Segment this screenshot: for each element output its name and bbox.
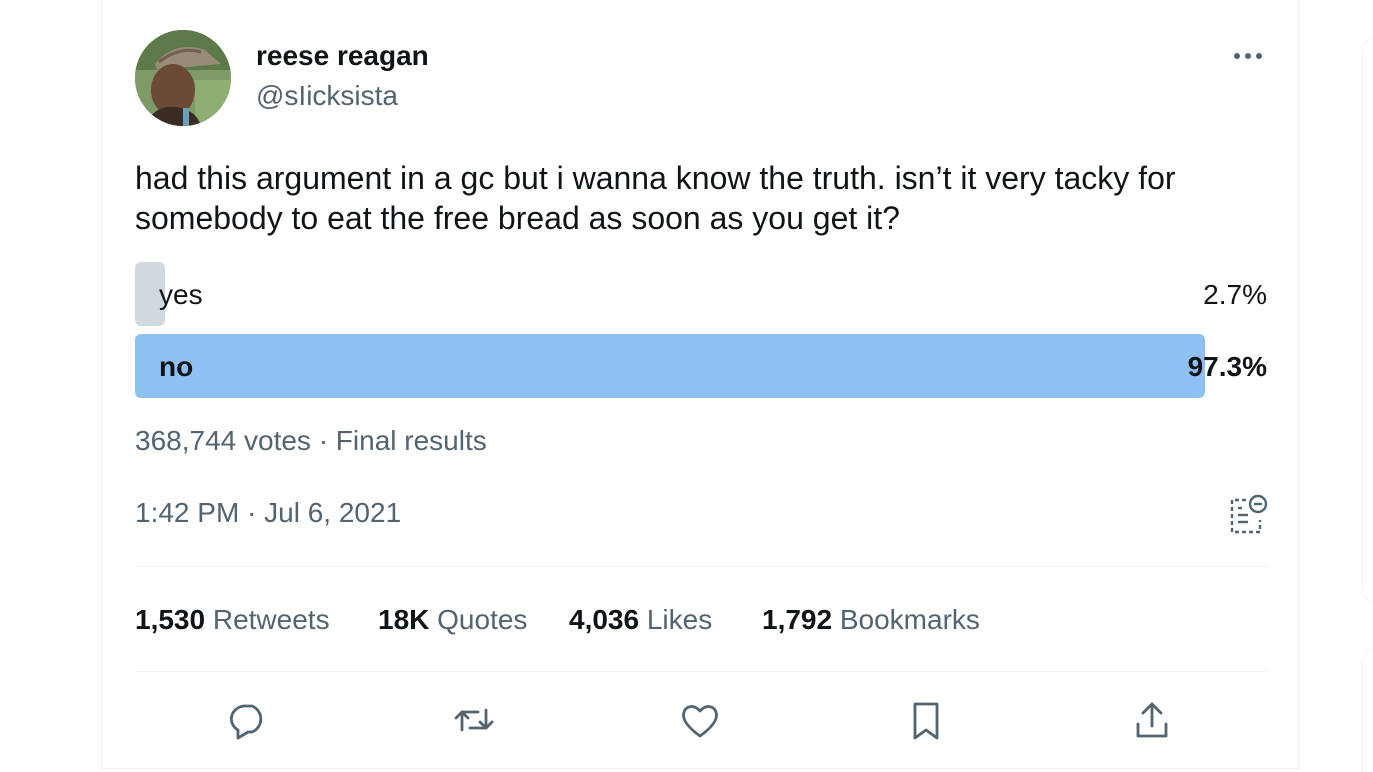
bookmarks-count: 1,792 [762,604,833,635]
likes-label: Likes [646,604,713,635]
retweets-stat[interactable]: 1,530 Retweets [135,604,330,636]
reply-icon[interactable] [226,698,270,742]
share-icon[interactable] [1130,698,1174,742]
divider [135,671,1267,672]
retweets-count: 1,530 [135,604,206,635]
poll-option-no[interactable]: no 97.3% [135,334,1267,398]
quotes-label: Quotes [437,604,528,635]
poll-bar [135,334,1205,398]
poll-option-label: no [159,351,194,382]
tweet-timestamp[interactable]: 1:42 PM · Jul 6, 2021 [135,497,401,529]
bookmarks-stat[interactable]: 1,792 Bookmarks [762,604,980,636]
poll-results-meta: 368,744 votes · Final results [135,425,487,456]
author-display-name[interactable]: reese reagan [256,40,429,72]
poll-option-percent: 97.3% [1187,351,1267,382]
poll-option-percent: 2.7% [1203,279,1267,310]
sidebar-card [1362,36,1373,604]
author-handle[interactable]: @sIicksista [256,80,398,112]
analytics-icon[interactable] [1226,492,1270,536]
bookmark-icon[interactable] [904,698,948,742]
like-icon[interactable] [678,698,722,742]
more-options-icon[interactable] [1230,44,1266,68]
bookmarks-label: Bookmarks [839,604,980,635]
retweets-label: Retweets [212,604,330,635]
poll-option-yes[interactable]: yes 2.7% [135,262,1267,326]
sidebar-card [1362,648,1373,772]
likes-count: 4,036 [569,604,640,635]
quotes-stat[interactable]: 18K Quotes [378,604,527,636]
retweet-icon[interactable] [452,698,496,742]
divider [135,566,1267,567]
likes-stat[interactable]: 4,036 Likes [569,604,712,636]
poll-option-label: yes [159,279,203,310]
tweet-text: had this argument in a gc but i wanna kn… [135,160,1176,236]
quotes-count: 18K [378,604,430,635]
avatar[interactable] [135,30,231,126]
